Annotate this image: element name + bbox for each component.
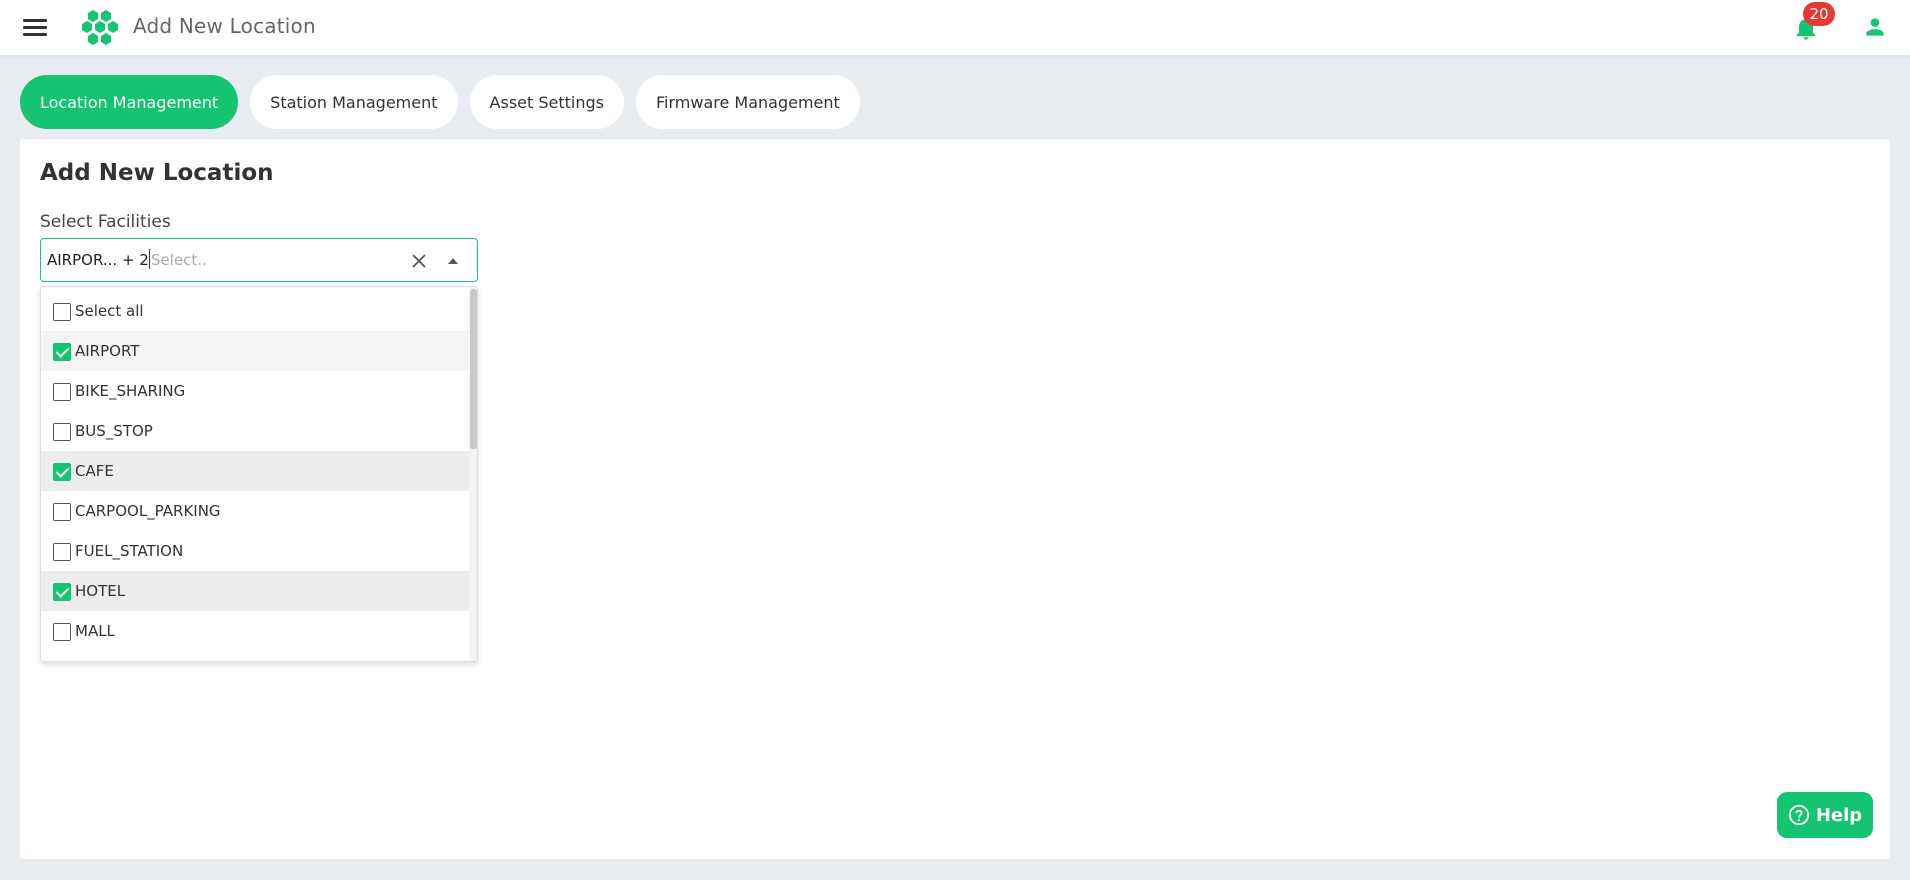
checkbox[interactable] xyxy=(53,423,71,441)
option-cafe[interactable]: CAFE xyxy=(41,451,469,491)
help-label: Help xyxy=(1815,804,1863,826)
facilities-label: Select Facilities xyxy=(40,212,171,232)
option-bus-stop[interactable]: BUS_STOP xyxy=(41,411,469,451)
facilities-select[interactable]: AIRPOR... + 2 xyxy=(40,238,478,282)
tab-firmware-management[interactable]: Firmware Management xyxy=(635,75,860,129)
hexagon-logo-icon xyxy=(82,10,118,45)
option-airport[interactable]: AIRPORT xyxy=(41,331,469,371)
scrollbar-thumb[interactable] xyxy=(470,289,477,449)
option-select-all[interactable]: Select all xyxy=(41,291,469,331)
hamburger-menu-icon[interactable] xyxy=(23,18,47,36)
checkbox[interactable] xyxy=(53,383,71,401)
tab-bar: Location Management Station Management A… xyxy=(20,75,872,129)
option-label: CARPOOL_PARKING xyxy=(75,502,221,520)
tab-location-management[interactable]: Location Management xyxy=(20,75,239,129)
facilities-search-input[interactable] xyxy=(151,245,391,275)
option-label: BUS_STOP xyxy=(75,422,153,440)
checkbox[interactable] xyxy=(53,623,71,641)
checkbox[interactable] xyxy=(53,303,71,321)
app-title: Add New Location xyxy=(133,14,316,38)
option-fuel-station[interactable]: FUEL_STATION xyxy=(41,531,469,571)
checkbox[interactable] xyxy=(53,543,71,561)
option-label: FUEL_STATION xyxy=(75,542,184,560)
selected-facilities-summary: AIRPOR... + 2 xyxy=(47,251,149,269)
option-label: Select all xyxy=(75,302,144,320)
clear-icon[interactable] xyxy=(409,251,429,271)
tab-station-management[interactable]: Station Management xyxy=(250,75,458,129)
help-button[interactable]: Help xyxy=(1777,792,1873,838)
option-mall[interactable]: MALL xyxy=(41,611,469,651)
notification-badge: 20 xyxy=(1803,2,1835,26)
chevron-up-icon[interactable] xyxy=(443,251,463,271)
dropdown-scrollbar[interactable] xyxy=(469,287,477,661)
main-card: Add New Location Select Facilities AIRPO… xyxy=(20,139,1890,859)
user-account-icon[interactable] xyxy=(1862,14,1888,40)
option-label: CAFE xyxy=(75,462,114,480)
checkbox-checked[interactable] xyxy=(53,463,71,481)
question-circle-icon xyxy=(1788,804,1809,826)
option-bike-sharing[interactable]: BIKE_SHARING xyxy=(41,371,469,411)
facilities-dropdown: Select all AIRPORT BIKE_SHARING BUS_STOP… xyxy=(40,286,478,662)
option-label: AIRPORT xyxy=(75,342,140,360)
page-title: Add New Location xyxy=(40,160,274,186)
option-label: HOTEL xyxy=(75,582,126,600)
top-bar: Add New Location 20 xyxy=(0,0,1910,55)
tab-asset-settings[interactable]: Asset Settings xyxy=(469,75,624,129)
option-hotel[interactable]: HOTEL xyxy=(41,571,469,611)
checkbox-checked[interactable] xyxy=(53,343,71,361)
option-carpool-parking[interactable]: CARPOOL_PARKING xyxy=(41,491,469,531)
checkbox-checked[interactable] xyxy=(53,583,71,601)
option-label: MALL xyxy=(75,622,115,640)
option-label: BIKE_SHARING xyxy=(75,382,186,400)
text-caret xyxy=(149,249,150,269)
checkbox[interactable] xyxy=(53,503,71,521)
